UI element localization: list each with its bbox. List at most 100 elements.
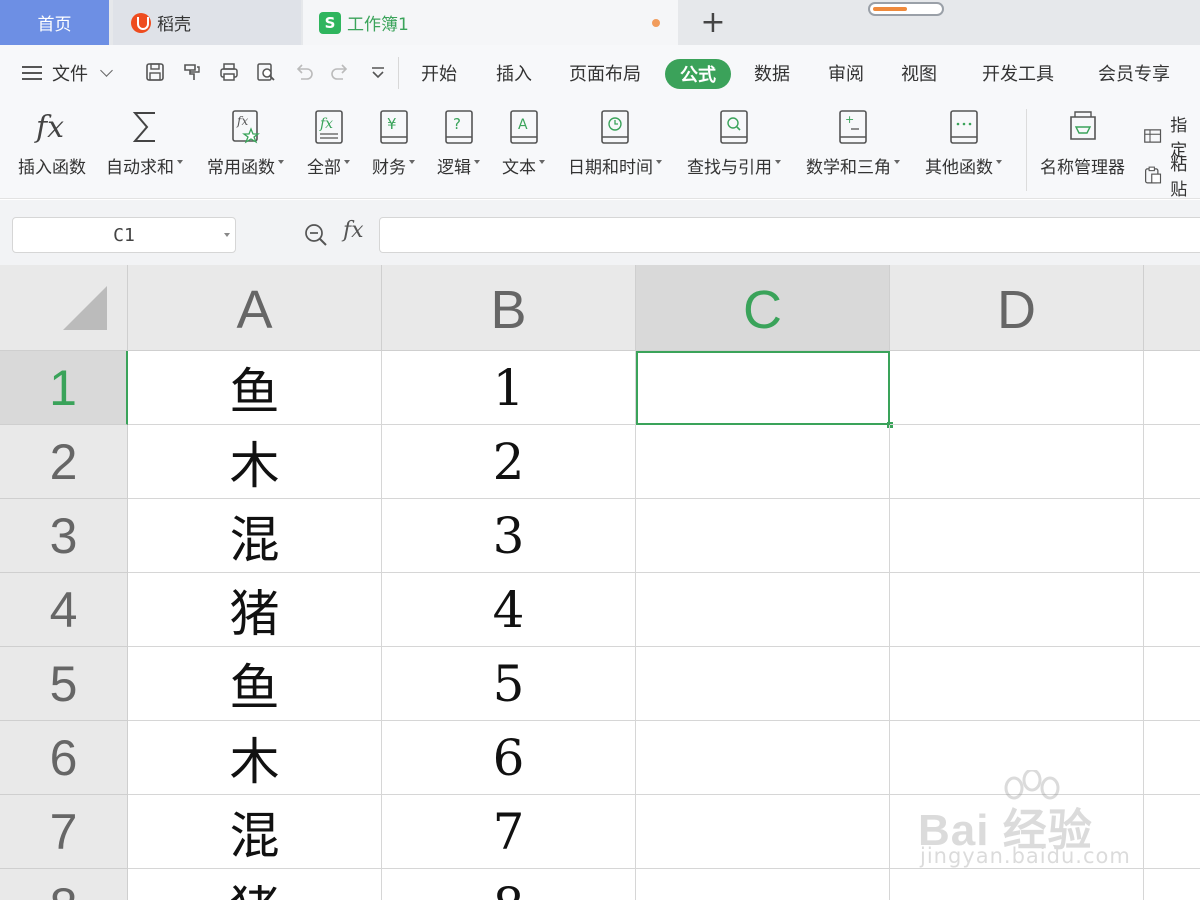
file-menu-button[interactable]: 文件 (22, 45, 113, 101)
daoke-logo-icon (131, 12, 151, 33)
cell-C8[interactable] (636, 869, 890, 900)
zoom-out-icon[interactable] (303, 222, 329, 248)
paste-button[interactable]: 粘贴 (1143, 150, 1200, 200)
cell-C3[interactable] (636, 499, 890, 573)
cell-B1[interactable]: 1 (382, 351, 636, 425)
cell-D3[interactable] (890, 499, 1144, 573)
text-functions-button[interactable]: A 文本 (502, 107, 545, 178)
cell[interactable] (1144, 351, 1200, 425)
cell-D1[interactable] (890, 351, 1144, 425)
insert-function-button[interactable]: fx 插入函数 (18, 107, 86, 178)
undo-icon[interactable] (292, 60, 316, 84)
menu-item-page-layout[interactable]: 页面布局 (569, 45, 641, 101)
hamburger-icon (22, 66, 42, 80)
cell-D2[interactable] (890, 425, 1144, 499)
cell-A7[interactable]: 混 (128, 795, 382, 869)
cell-C6[interactable] (636, 721, 890, 795)
row-header-8[interactable]: 8 (0, 869, 128, 900)
row-header-7[interactable]: 7 (0, 795, 128, 869)
print-preview-icon[interactable] (254, 60, 278, 84)
cell-C4[interactable] (636, 573, 890, 647)
cell-D4[interactable] (890, 573, 1144, 647)
cell-A6[interactable]: 木 (128, 721, 382, 795)
column-header-b[interactable]: B (382, 265, 636, 351)
row-header-6[interactable]: 6 (0, 721, 128, 795)
chevron-down-icon[interactable] (224, 233, 230, 237)
formula-input[interactable] (379, 217, 1200, 253)
menu-item-developer[interactable]: 开发工具 (982, 45, 1054, 101)
row-header-1[interactable]: 1 (0, 351, 128, 425)
menu-item-insert[interactable]: 插入 (496, 45, 532, 101)
row-header-4[interactable]: 4 (0, 573, 128, 647)
fx-icon[interactable]: fx (343, 218, 364, 243)
cell-B3[interactable]: 3 (382, 499, 636, 573)
row-header-3[interactable]: 3 (0, 499, 128, 573)
common-functions-button[interactable]: fx 常用函数 (207, 107, 284, 178)
menu-item-view[interactable]: 视图 (901, 45, 937, 101)
cell-B6[interactable]: 6 (382, 721, 636, 795)
formulas-ribbon: fx 插入函数 自动求和 fx 常用函数 fx 全部 ¥ 财务 ? 逻辑 A 文… (0, 101, 1200, 200)
cell-C5[interactable] (636, 647, 890, 721)
cell-A5[interactable]: 鱼 (128, 647, 382, 721)
cell-reference: C1 (113, 224, 135, 246)
autosum-button[interactable]: 自动求和 (106, 107, 183, 178)
logic-button[interactable]: ? 逻辑 (437, 107, 480, 178)
row-header-5[interactable]: 5 (0, 647, 128, 721)
menu-item-data[interactable]: 数据 (754, 45, 790, 101)
other-functions-button[interactable]: 其他函数 (925, 107, 1002, 178)
formula-bar: C1 fx (0, 200, 1200, 265)
cell-C2[interactable] (636, 425, 890, 499)
cell-A2[interactable]: 木 (128, 425, 382, 499)
all-functions-button[interactable]: fx 全部 (307, 107, 350, 178)
cell[interactable] (1144, 573, 1200, 647)
print-icon[interactable] (217, 60, 241, 84)
cell[interactable] (1144, 795, 1200, 869)
menu-item-review[interactable]: 审阅 (828, 45, 864, 101)
cell-A1[interactable]: 鱼 (128, 351, 382, 425)
finance-label: 财务 (372, 158, 406, 178)
column-header-a[interactable]: A (128, 265, 382, 351)
tab-daoke[interactable]: 稻壳 (113, 0, 301, 45)
more-icon[interactable] (366, 60, 390, 84)
star-function-icon: fx (228, 107, 264, 147)
new-tab-button[interactable]: + (700, 4, 726, 40)
dropdown-caret-icon (775, 159, 781, 164)
menu-item-start[interactable]: 开始 (421, 45, 457, 101)
cell[interactable] (1144, 499, 1200, 573)
column-header[interactable] (1144, 265, 1200, 351)
redo-icon[interactable] (328, 60, 352, 84)
cell[interactable] (1144, 647, 1200, 721)
date-time-button[interactable]: 日期和时间 (568, 107, 662, 178)
cell[interactable] (1144, 721, 1200, 795)
cell-B4[interactable]: 4 (382, 573, 636, 647)
format-painter-icon[interactable] (180, 60, 204, 84)
tab-home[interactable]: 首页 (0, 0, 109, 45)
save-icon[interactable] (143, 60, 167, 84)
cell-B5[interactable]: 5 (382, 647, 636, 721)
cell-B8[interactable]: 8 (382, 869, 636, 900)
name-manager-button[interactable]: 名称管理器 (1040, 107, 1125, 178)
cell-C7[interactable] (636, 795, 890, 869)
tab-workbook[interactable]: S 工作簿1 (303, 0, 678, 45)
name-box[interactable]: C1 (12, 217, 236, 253)
menu-item-member[interactable]: 会员专享 (1098, 45, 1170, 101)
select-all-icon (63, 286, 107, 330)
active-cell-C1[interactable] (636, 351, 890, 425)
cell-A3[interactable]: 混 (128, 499, 382, 573)
math-trig-button[interactable]: + 数学和三角 (806, 107, 900, 178)
cell-A8[interactable]: 猪 (128, 869, 382, 900)
cell-B2[interactable]: 2 (382, 425, 636, 499)
title-tab-bar: 首页 稻壳 S 工作簿1 + (0, 0, 1200, 45)
finance-button[interactable]: ¥ 财务 (372, 107, 415, 178)
column-header-d[interactable]: D (890, 265, 1144, 351)
menu-item-formulas[interactable]: 公式 (665, 59, 731, 89)
cell-B7[interactable]: 7 (382, 795, 636, 869)
column-header-c[interactable]: C (636, 265, 890, 351)
lookup-reference-button[interactable]: 查找与引用 (687, 107, 781, 178)
cell-A4[interactable]: 猪 (128, 573, 382, 647)
cell[interactable] (1144, 869, 1200, 900)
cell[interactable] (1144, 425, 1200, 499)
row-header-2[interactable]: 2 (0, 425, 128, 499)
cell-D5[interactable] (890, 647, 1144, 721)
select-all-corner[interactable] (0, 265, 128, 351)
